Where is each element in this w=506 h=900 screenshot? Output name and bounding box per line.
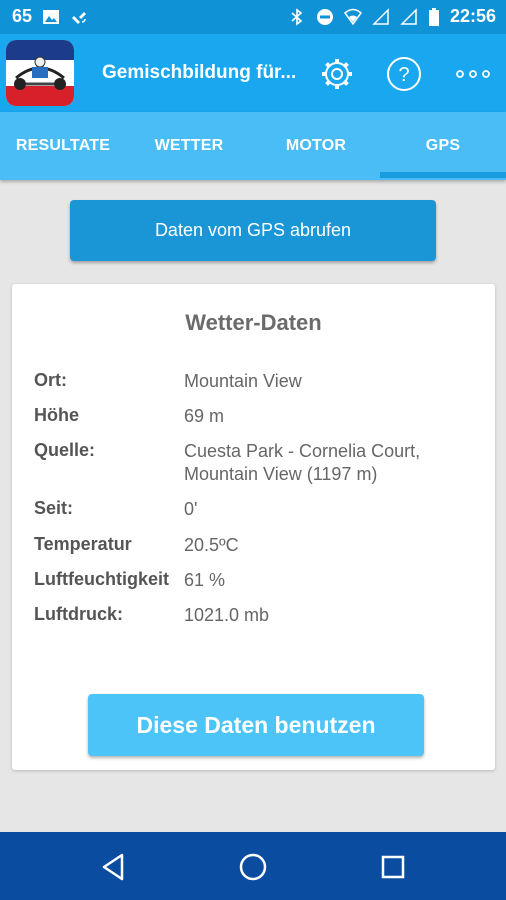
card-title: Wetter-Daten <box>185 310 322 335</box>
app-title: Gemischbildung für... <box>102 62 297 83</box>
battery-icon <box>428 7 439 26</box>
do-not-disturb-icon <box>316 8 333 25</box>
signal-icon <box>400 7 417 25</box>
home-icon[interactable] <box>236 850 270 884</box>
row-label: Temperatur <box>34 534 132 554</box>
satellite-icon <box>72 11 87 24</box>
help-icon[interactable]: ? <box>386 56 422 92</box>
row-label: Luftfeuchtigkeit <box>34 569 169 589</box>
row-value: 1021.0 mb <box>184 605 270 625</box>
settings-icon[interactable] <box>319 56 355 92</box>
row-label: Luftdruck: <box>34 604 123 624</box>
tab-bar: RESULTATE WETTER MOTOR GPS <box>0 112 506 180</box>
row-label: Ort: <box>34 370 67 390</box>
kart-logo-icon <box>6 40 74 106</box>
row-value: Mountain View <box>184 371 302 391</box>
row-value: 69 m <box>184 406 225 426</box>
back-icon[interactable] <box>96 850 130 884</box>
wifi-icon <box>343 8 362 25</box>
tab-resultate[interactable]: RESULTATE <box>0 112 126 180</box>
row-label: Seit: <box>34 498 74 518</box>
status-bar: 65 22:56 <box>0 0 506 34</box>
more-options-icon[interactable] <box>454 56 494 92</box>
row-value: 0' <box>184 499 198 519</box>
svg-text:?: ? <box>398 64 409 86</box>
row-label: Quelle: <box>34 440 96 460</box>
image-icon <box>43 9 60 24</box>
row-label: Höhe <box>34 405 79 425</box>
tab-gps[interactable]: GPS <box>380 112 506 180</box>
notification-count: 65 <box>12 6 33 26</box>
tab-wetter[interactable]: WETTER <box>126 112 252 180</box>
bluetooth-icon <box>291 7 303 26</box>
tab-indicator <box>380 172 506 178</box>
navigation-bar <box>0 832 506 900</box>
fetch-gps-button[interactable]: Daten vom GPS abrufen <box>70 200 436 261</box>
app-bar: Gemischbildung für... ? <box>0 34 506 112</box>
row-value: 61 % <box>184 570 226 590</box>
app-logo[interactable] <box>6 40 74 106</box>
tab-motor[interactable]: MOTOR <box>253 112 379 180</box>
recents-icon[interactable] <box>376 850 410 884</box>
signal-icon <box>372 7 389 25</box>
use-data-button[interactable]: Diese Daten benutzen <box>88 694 424 756</box>
row-value: 20.5ºC <box>184 535 239 555</box>
clock: 22:56 <box>449 6 496 26</box>
row-value: Cuesta Park - Cornelia Court, Mountain V… <box>184 441 421 484</box>
